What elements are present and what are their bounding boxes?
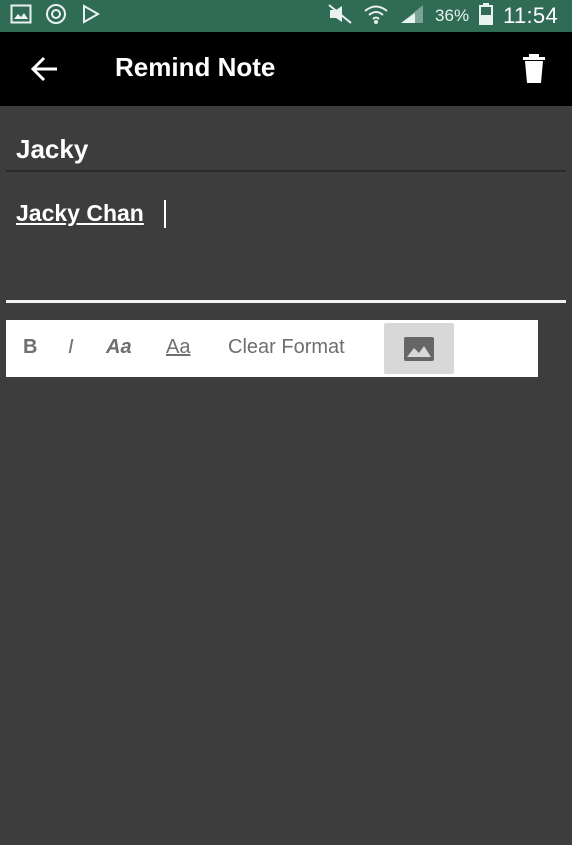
status-bar: 36% 11:54 — [0, 0, 572, 32]
trash-icon — [523, 54, 545, 83]
note-subject-field[interactable]: Jacky — [16, 134, 88, 165]
back-button[interactable] — [28, 52, 62, 86]
status-left-icons — [10, 2, 102, 31]
image-icon — [404, 337, 434, 361]
app-bar: Remind Note — [0, 32, 572, 106]
delete-button[interactable] — [520, 52, 548, 84]
bold-button[interactable]: B — [23, 336, 37, 359]
arrow-back-icon — [30, 56, 57, 82]
page-title: Remind Note — [115, 52, 276, 82]
play-store-icon — [80, 3, 102, 30]
insert-image-button[interactable] — [384, 323, 454, 374]
note-editor: Jacky Jacky Chan B I Aa Aa Clear Format — [0, 106, 572, 845]
vibrate-silent-icon — [327, 3, 353, 30]
at-sign-icon — [44, 2, 68, 31]
format-toolbar: B I Aa Aa Clear Format — [6, 320, 538, 377]
font-style-button[interactable]: Aa — [106, 336, 132, 359]
clear-format-button[interactable]: Clear Format — [228, 336, 345, 359]
status-right: 36% 11:54 — [327, 2, 558, 30]
italic-button[interactable]: I — [68, 336, 74, 359]
image-notification-icon — [10, 4, 32, 29]
wifi-icon — [363, 3, 389, 30]
underline-button[interactable]: Aa — [166, 336, 190, 359]
subject-divider — [6, 170, 566, 172]
battery-icon — [479, 2, 494, 30]
status-time: 11:54 — [503, 3, 558, 28]
note-body-field[interactable]: Jacky Chan — [16, 200, 144, 227]
battery-percent: 36% — [435, 6, 470, 25]
body-divider — [6, 300, 566, 303]
signal-icon — [399, 3, 425, 30]
text-cursor — [164, 200, 166, 228]
